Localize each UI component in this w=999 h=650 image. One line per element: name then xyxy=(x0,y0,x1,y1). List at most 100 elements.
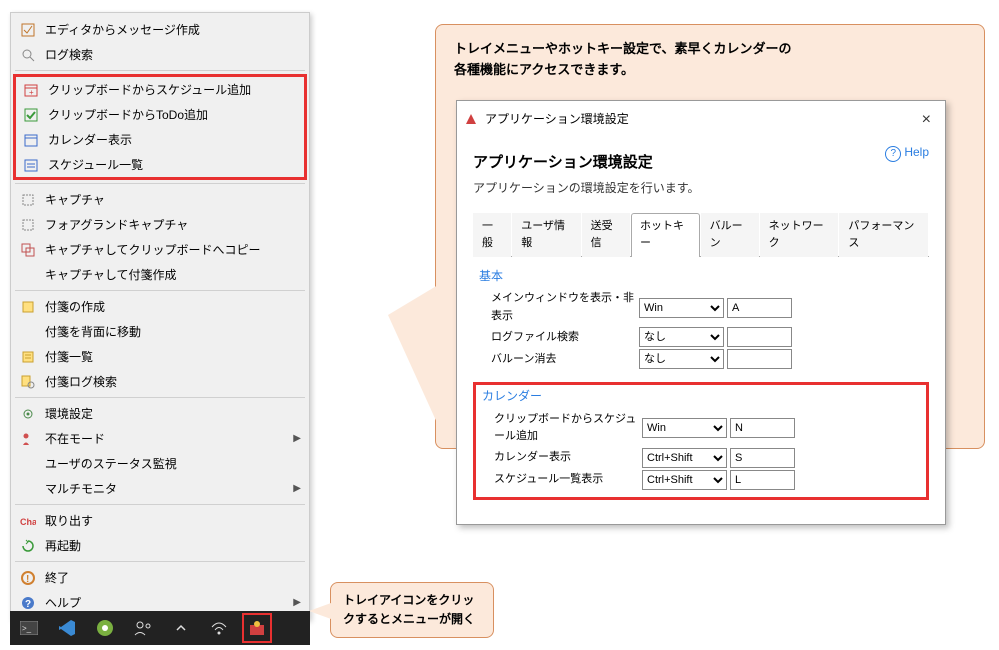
section-calendar: カレンダー クリップボードからスケジュール追加 Win カレンダー表示 Ctrl… xyxy=(473,382,929,499)
modifier-select[interactable]: Ctrl+Shift xyxy=(642,470,727,490)
note-icon xyxy=(19,299,37,315)
taskbar-app-tray-icon[interactable] xyxy=(246,617,268,639)
menu-separator xyxy=(15,504,305,505)
tab-userinfo[interactable]: ユーザ情報 xyxy=(512,213,580,257)
menu-item-clip-schedule[interactable]: +クリップボードからスケジュール追加 xyxy=(16,77,304,102)
menu-item-fg-capture[interactable]: フォアグランドキャプチャ xyxy=(13,212,307,237)
callout-text-line2: 各種機能にアクセスできます。 xyxy=(454,60,966,81)
menu-item-note-list[interactable]: 付箋一覧 xyxy=(13,344,307,369)
setting-label: スケジュール一覧表示 xyxy=(494,471,642,489)
tab-performance[interactable]: パフォーマンス xyxy=(839,213,928,257)
menu-separator xyxy=(15,561,305,562)
menu-item-exit[interactable]: !終了 xyxy=(13,565,307,590)
key-input[interactable] xyxy=(730,448,795,468)
menu-group-calendar-highlight: +クリップボードからスケジュール追加 クリップボードからToDo追加 カレンダー… xyxy=(13,74,307,180)
schedule-list-icon xyxy=(22,157,40,173)
note-log-icon xyxy=(19,374,37,390)
menu-separator xyxy=(15,183,305,184)
settings-dialog: アプリケーション環境設定 × アプリケーション環境設定 アプリケーションの環境設… xyxy=(456,100,946,525)
key-input[interactable] xyxy=(727,298,792,318)
menu-label: フォアグランドキャプチャ xyxy=(45,216,301,233)
dialog-body: アプリケーション環境設定 アプリケーションの環境設定を行います。 Help 一般… xyxy=(457,139,945,524)
menu-separator xyxy=(15,70,305,71)
row-logsearch: ログファイル検索 なし xyxy=(479,326,923,348)
capture-icon xyxy=(19,192,37,208)
menu-group-power: Chat取り出す 再起動 xyxy=(13,508,307,558)
taskbar: >_ xyxy=(10,611,310,645)
menu-item-user-status[interactable]: ユーザのステータス監視 xyxy=(13,451,307,476)
taskbar-chevron-up-icon[interactable] xyxy=(170,617,192,639)
help-link[interactable]: Help xyxy=(885,143,929,162)
menu-group-end: !終了 ?ヘルプ▶ xyxy=(13,565,307,615)
key-input[interactable] xyxy=(730,470,795,490)
menu-label: 環境設定 xyxy=(45,405,301,422)
taskbar-wifi-icon[interactable] xyxy=(208,617,230,639)
menu-item-clip-todo[interactable]: クリップボードからToDo追加 xyxy=(16,102,304,127)
modifier-select[interactable]: なし xyxy=(639,349,724,369)
calendar-icon xyxy=(22,132,40,148)
svg-text:Chat: Chat xyxy=(20,517,36,527)
menu-item-capture-copy[interactable]: キャプチャしてクリップボードへコピー xyxy=(13,237,307,262)
menu-item-note-back[interactable]: 付箋を背面に移動 xyxy=(13,319,307,344)
taskbar-people-icon[interactable] xyxy=(132,617,154,639)
restart-icon xyxy=(19,538,37,554)
todo-add-icon xyxy=(22,107,40,123)
blank-icon xyxy=(19,481,37,497)
key-input[interactable] xyxy=(727,327,792,347)
section-title-calendar: カレンダー xyxy=(482,387,920,406)
close-button[interactable]: × xyxy=(916,107,937,133)
menu-item-schedule-list[interactable]: スケジュール一覧 xyxy=(16,152,304,177)
modifier-select[interactable]: Win xyxy=(639,298,724,318)
modifier-select[interactable]: Ctrl+Shift xyxy=(642,448,727,468)
menu-label: ヘルプ xyxy=(45,594,293,611)
modifier-select[interactable]: なし xyxy=(639,327,724,347)
menu-item-multimonitor[interactable]: マルチモニタ▶ xyxy=(13,476,307,501)
modifier-select[interactable]: Win xyxy=(642,418,727,438)
dialog-description: アプリケーションの環境設定を行います。 xyxy=(473,179,929,198)
menu-item-capture[interactable]: キャプチャ xyxy=(13,187,307,212)
key-input[interactable] xyxy=(727,349,792,369)
tab-sendrecv[interactable]: 送受信 xyxy=(582,213,630,257)
menu-item-log-search[interactable]: ログ検索 xyxy=(13,42,307,67)
key-input[interactable] xyxy=(730,418,795,438)
menu-item-restart[interactable]: 再起動 xyxy=(13,533,307,558)
menu-item-takeout[interactable]: Chat取り出す xyxy=(13,508,307,533)
menu-item-away[interactable]: 不在モード▶ xyxy=(13,426,307,451)
menu-item-editor-msg[interactable]: エディタからメッセージ作成 xyxy=(13,17,307,42)
calendar-add-icon: + xyxy=(22,82,40,98)
menu-group-top: エディタからメッセージ作成 ログ検索 xyxy=(13,17,307,67)
row-schedule-list: スケジュール一覧表示 Ctrl+Shift xyxy=(482,469,920,491)
gear-icon xyxy=(19,406,37,422)
taskbar-terminal-icon[interactable]: >_ xyxy=(18,617,40,639)
menu-item-note-log[interactable]: 付箋ログ検索 xyxy=(13,369,307,394)
taskbar-android-icon[interactable] xyxy=(94,617,116,639)
menu-group-capture: キャプチャ フォアグランドキャプチャ キャプチャしてクリップボードへコピー キャ… xyxy=(13,187,307,287)
menu-label: 不在モード xyxy=(45,430,293,447)
taskbar-vscode-icon[interactable] xyxy=(56,617,78,639)
callout-top: トレイメニューやホットキー設定で、素早くカレンダーの 各種機能にアクセスできます… xyxy=(435,24,985,449)
menu-item-capture-note[interactable]: キャプチャして付箋作成 xyxy=(13,262,307,287)
menu-label: キャプチャして付箋作成 xyxy=(45,266,301,283)
menu-item-settings[interactable]: 環境設定 xyxy=(13,401,307,426)
svg-text:+: + xyxy=(29,88,34,97)
tab-balloon[interactable]: バルーン xyxy=(701,213,759,257)
tab-network[interactable]: ネットワーク xyxy=(760,213,839,257)
setting-label: バルーン消去 xyxy=(491,351,639,369)
help-icon: ? xyxy=(19,595,37,611)
tab-general[interactable]: 一般 xyxy=(473,213,511,257)
svg-text:?: ? xyxy=(25,599,31,610)
menu-item-calendar-show[interactable]: カレンダー表示 xyxy=(16,127,304,152)
menu-label: 付箋の作成 xyxy=(45,298,301,315)
setting-label: カレンダー表示 xyxy=(494,449,642,467)
section-title-basic: 基本 xyxy=(479,267,923,286)
dialog-tabs: 一般 ユーザ情報 送受信 ホットキー バルーン ネットワーク パフォーマンス xyxy=(473,212,929,257)
tab-hotkey[interactable]: ホットキー xyxy=(631,213,700,257)
menu-label: ユーザのステータス監視 xyxy=(45,455,301,472)
menu-item-note-create[interactable]: 付箋の作成 xyxy=(13,294,307,319)
menu-separator xyxy=(15,397,305,398)
blank-icon xyxy=(19,324,37,340)
takeout-icon: Chat xyxy=(19,513,37,529)
dialog-heading: アプリケーション環境設定 xyxy=(473,151,929,175)
menu-separator xyxy=(15,290,305,291)
capture-copy-icon xyxy=(19,242,37,258)
